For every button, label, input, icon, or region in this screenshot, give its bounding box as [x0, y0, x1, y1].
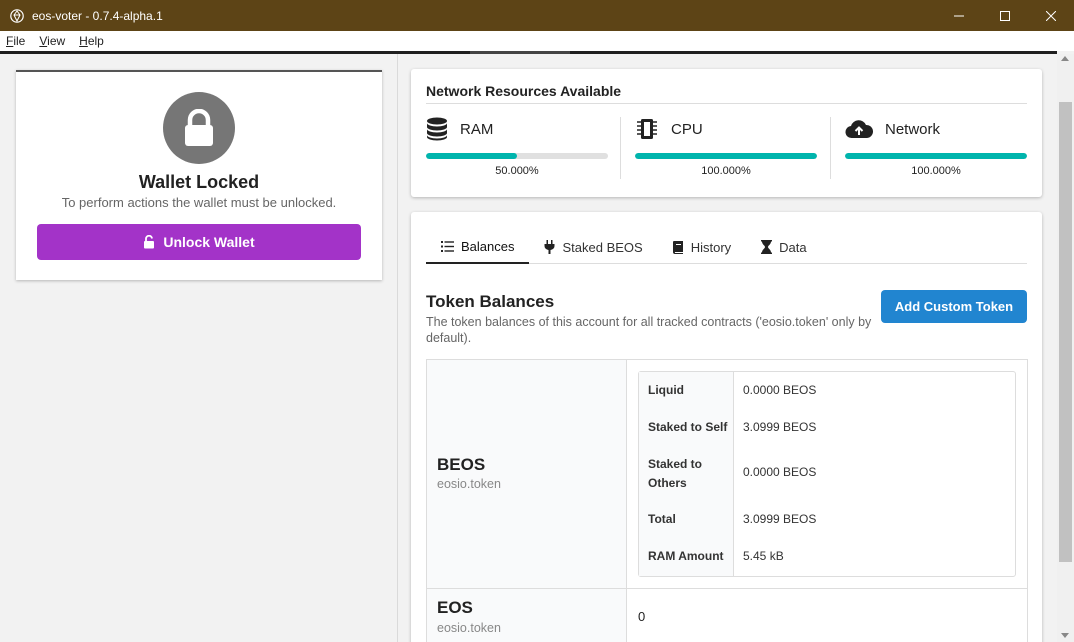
wallet-locked-title: Wallet Locked: [138, 172, 260, 192]
wallet-card: Wallet Locked To perform actions the wal…: [16, 70, 382, 280]
tab-history-label: History: [690, 239, 732, 255]
close-icon: [1046, 10, 1056, 21]
menu-file[interactable]: File: [0, 34, 32, 48]
tab-balances[interactable]: Balances: [426, 230, 530, 264]
close-button[interactable]: [1028, 0, 1074, 31]
tab-history[interactable]: History: [658, 230, 746, 264]
resource-cpu-percent: 100.000%: [701, 165, 751, 177]
detail-label: Staked to Others: [648, 457, 703, 490]
detail-value: 0.0000 BEOS: [743, 383, 817, 397]
token-balances-subtitle: The token balances of this account for a…: [426, 315, 872, 345]
resource-network-label: Network: [885, 120, 941, 138]
network-resources-card: Network Resources Available RAM 50.000%: [411, 69, 1042, 197]
resource-cpu: CPU 100.000%: [635, 115, 817, 185]
network-resources-title: Network Resources Available: [426, 83, 622, 99]
panel-divider: [397, 54, 398, 642]
token-detail-table: Liquid 0.0000 BEOS Staked to Self 3.0999…: [638, 371, 1016, 577]
microchip-icon: [637, 119, 657, 139]
hourglass-icon: [761, 240, 773, 254]
database-icon: [427, 117, 447, 141]
detail-row: Liquid 0.0000 BEOS: [639, 372, 1017, 410]
title-bar: eos-voter - 0.7.4-alpha.1: [0, 0, 1074, 31]
window-title: eos-voter - 0.7.4-alpha.1: [32, 8, 163, 23]
token-name-cell: EOS eosio.token: [427, 589, 627, 642]
lock-icon: [185, 109, 213, 146]
token-name-cell: BEOS eosio.token: [427, 360, 627, 588]
menu-help[interactable]: Help: [72, 34, 111, 48]
lock-avatar: [163, 92, 235, 164]
resource-cpu-bar: [635, 153, 817, 159]
token-contract: eosio.token: [437, 477, 501, 491]
detail-row: Staked to Others 0.0000 BEOS: [639, 446, 1017, 502]
tab-balances-label: Balances: [461, 238, 515, 254]
table-row: BEOS eosio.token Liquid 0.0000 BEOS Stak…: [427, 360, 1027, 589]
unlock-icon: [144, 235, 155, 249]
top-strip: [0, 51, 1057, 54]
token-contract: eosio.token: [437, 621, 501, 635]
resource-cpu-label: CPU: [671, 120, 703, 138]
balances-card: Balances Staked BEOS History Data Token …: [411, 212, 1042, 642]
resource-network: Network 100.000%: [845, 115, 1027, 185]
table-row: EOS eosio.token 0: [427, 589, 1027, 642]
maximize-icon: [1000, 10, 1010, 21]
resource-ram: RAM 50.000%: [426, 115, 608, 185]
minimize-button[interactable]: [936, 0, 982, 31]
cloud-upload-icon: [845, 120, 873, 139]
token-symbol: EOS: [437, 598, 473, 617]
detail-label: RAM Amount: [648, 549, 724, 563]
unlock-wallet-button[interactable]: Unlock Wallet: [37, 224, 361, 260]
resource-ram-bar: [426, 153, 608, 159]
detail-value: 3.0999 BEOS: [743, 420, 817, 434]
scrollbar[interactable]: [1057, 54, 1074, 642]
scroll-down-icon[interactable]: [1061, 633, 1069, 638]
list-icon: [441, 240, 454, 252]
unlock-wallet-label: Unlock Wallet: [163, 234, 255, 250]
detail-row: RAM Amount 5.45 kB: [639, 539, 1017, 576]
token-balances-title: Token Balances: [426, 292, 555, 311]
detail-label: Staked to Self: [648, 420, 728, 434]
detail-row: Staked to Self 3.0999 BEOS: [639, 410, 1017, 446]
detail-value: 5.45 kB: [743, 549, 784, 563]
tab-staked-beos[interactable]: Staked BEOS: [529, 230, 657, 264]
detail-label: Total: [648, 512, 676, 526]
app-icon: [10, 8, 24, 23]
token-balance-value: 0: [638, 609, 646, 624]
book-icon: [672, 240, 683, 254]
detail-value: 0.0000 BEOS: [743, 465, 817, 479]
detail-value: 3.0999 BEOS: [743, 512, 817, 526]
detail-row: Total 3.0999 BEOS: [639, 502, 1017, 539]
resource-ram-percent: 50.000%: [495, 165, 539, 177]
menu-view[interactable]: View: [32, 34, 72, 48]
tab-bar: Balances Staked BEOS History Data: [426, 230, 1027, 264]
resource-ram-label: RAM: [460, 120, 494, 138]
scroll-up-icon[interactable]: [1061, 56, 1069, 61]
menu-bar: File View Help: [0, 31, 1074, 51]
tab-data-label: Data: [779, 239, 807, 255]
token-table: BEOS eosio.token Liquid 0.0000 BEOS Stak…: [426, 359, 1028, 642]
minimize-icon: [954, 15, 964, 16]
plug-icon: [544, 240, 555, 254]
wallet-locked-subtitle: To perform actions the wallet must be un…: [61, 195, 337, 210]
detail-label: Liquid: [648, 383, 684, 397]
scrollbar-thumb[interactable]: [1059, 102, 1072, 562]
tab-data[interactable]: Data: [746, 230, 821, 264]
add-custom-token-button[interactable]: Add Custom Token: [881, 290, 1027, 323]
maximize-button[interactable]: [982, 0, 1028, 31]
resource-network-percent: 100.000%: [911, 165, 961, 177]
token-symbol: BEOS: [437, 455, 486, 474]
tab-staked-beos-label: Staked BEOS: [562, 239, 643, 255]
resource-network-bar: [845, 153, 1027, 159]
